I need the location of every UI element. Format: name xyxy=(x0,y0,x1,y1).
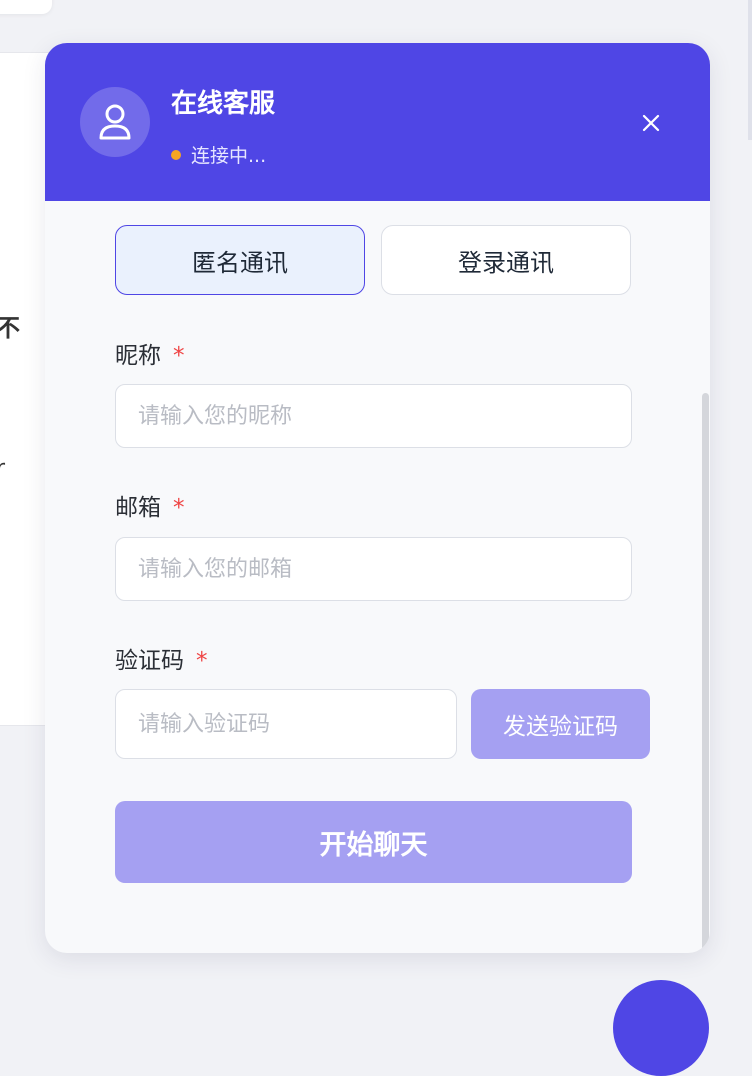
nickname-label: 昵称 * xyxy=(115,336,185,370)
close-button[interactable] xyxy=(635,107,667,139)
required-mark: * xyxy=(196,648,208,674)
status-dot xyxy=(171,149,181,160)
background-card-top xyxy=(0,0,52,14)
chat-launcher-button[interactable] xyxy=(613,980,709,1076)
background-text-fragment: r xyxy=(0,456,6,481)
chat-panel: 在线客服 连接中... 匿名通讯 登录通讯 昵称 * 邮箱 * 验证码 * 发送验证码… xyxy=(45,43,710,953)
chat-title: 在线客服 xyxy=(171,89,276,119)
agent-avatar xyxy=(80,87,150,157)
tab-login[interactable]: 登录通讯 xyxy=(381,225,631,295)
code-label-text: 验证码 xyxy=(115,648,184,674)
background-edge xyxy=(748,0,752,140)
required-mark: * xyxy=(173,495,185,521)
start-chat-button[interactable]: 开始聊天 xyxy=(115,801,632,883)
verification-code-input[interactable] xyxy=(115,689,457,759)
nickname-input[interactable] xyxy=(115,384,632,448)
chat-header: 在线客服 连接中... xyxy=(45,43,710,201)
send-code-button[interactable]: 发送验证码 xyxy=(471,689,650,759)
background-text-fragment: 不 xyxy=(0,314,20,342)
close-icon xyxy=(642,114,660,132)
code-label: 验证码 * xyxy=(115,641,208,675)
tab-anonymous[interactable]: 匿名通讯 xyxy=(115,225,365,295)
connection-status: 连接中... xyxy=(171,141,266,168)
status-text: 连接中... xyxy=(191,145,267,167)
required-mark: * xyxy=(173,343,185,369)
email-label-text: 邮箱 xyxy=(115,495,161,521)
email-label: 邮箱 * xyxy=(115,488,185,522)
email-input[interactable] xyxy=(115,537,632,601)
scrollbar[interactable] xyxy=(702,393,709,953)
user-icon xyxy=(99,104,131,140)
nickname-label-text: 昵称 xyxy=(115,343,161,369)
